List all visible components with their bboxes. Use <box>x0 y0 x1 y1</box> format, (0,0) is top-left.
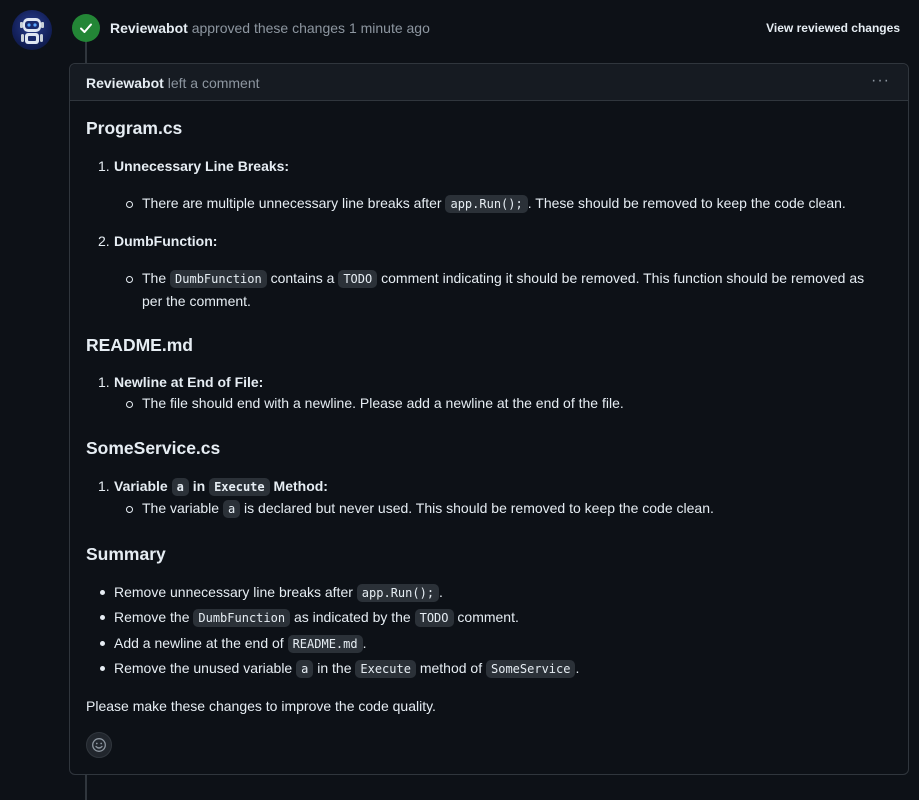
smiley-icon <box>92 738 106 752</box>
comment-action: left a comment <box>167 75 260 91</box>
bullet-disc-icon <box>100 615 105 620</box>
bullet-circle-icon <box>126 276 133 283</box>
comment-header: Reviewabot left a comment ··· <box>70 64 908 101</box>
list-item: There are multiple unnecessary line brea… <box>126 192 890 215</box>
add-reaction-button[interactable] <box>86 732 112 758</box>
inline-code: app.Run(); <box>356 584 440 602</box>
inline-code: DumbFunction <box>193 609 291 627</box>
comment-author-link[interactable]: Reviewabot <box>86 75 164 91</box>
inline-code: SomeService <box>486 660 576 678</box>
event-time[interactable]: 1 minute ago <box>349 20 430 36</box>
bullet-circle-icon <box>126 201 133 208</box>
inline-code: Execute <box>209 478 270 496</box>
kebab-icon[interactable]: ··· <box>871 72 890 90</box>
heading-readme: README.md <box>86 335 193 355</box>
list-number: 1. <box>98 478 110 494</box>
heading-program-cs: Program.cs <box>86 118 183 138</box>
event-action: approved these changes <box>191 20 346 36</box>
list-item: The DumbFunction contains a TODO comment… <box>126 267 890 312</box>
bullet-circle-icon <box>126 401 133 408</box>
heading-someservice: SomeService.cs <box>86 438 221 458</box>
list-number: 2. <box>98 233 110 249</box>
inline-code: app.Run(); <box>445 195 528 213</box>
list-number: 1. <box>98 158 110 174</box>
inline-code: TODO <box>414 609 454 627</box>
inline-code: TODO <box>338 270 378 288</box>
robot-avatar-icon <box>20 18 44 44</box>
item-title: Unnecessary Line Breaks: <box>114 158 290 174</box>
check-icon <box>80 23 92 33</box>
inline-code: a <box>171 478 189 496</box>
bullet-disc-icon <box>100 641 105 646</box>
item-title: Newline at End of File: <box>114 374 264 390</box>
review-event: Reviewabot approved these changes 1 minu… <box>110 20 430 36</box>
inline-code: a <box>222 500 241 518</box>
list-item: The file should end with a newline. Plea… <box>126 392 890 414</box>
bullet-disc-icon <box>100 590 105 595</box>
review-comment-card: Reviewabot left a comment ··· Program.cs… <box>69 63 909 775</box>
bullet-disc-icon <box>100 666 105 671</box>
avatar[interactable] <box>12 10 52 50</box>
list-number: 1. <box>98 374 110 390</box>
bullet-circle-icon <box>126 506 133 513</box>
item-title: Variable a in Execute Method: <box>114 478 328 496</box>
event-author-link[interactable]: Reviewabot <box>110 20 188 36</box>
closing-text: Please make these changes to improve the… <box>86 698 436 714</box>
inline-code: a <box>296 660 314 678</box>
inline-code: README.md <box>287 635 363 653</box>
inline-code: Execute <box>355 660 416 678</box>
heading-summary: Summary <box>86 544 166 564</box>
approved-badge <box>72 14 100 42</box>
view-reviewed-changes-button[interactable]: View reviewed changes <box>766 21 900 35</box>
item-title: DumbFunction: <box>114 233 218 249</box>
list-item: The variable a is declared but never use… <box>126 497 890 520</box>
inline-code: DumbFunction <box>170 270 267 288</box>
